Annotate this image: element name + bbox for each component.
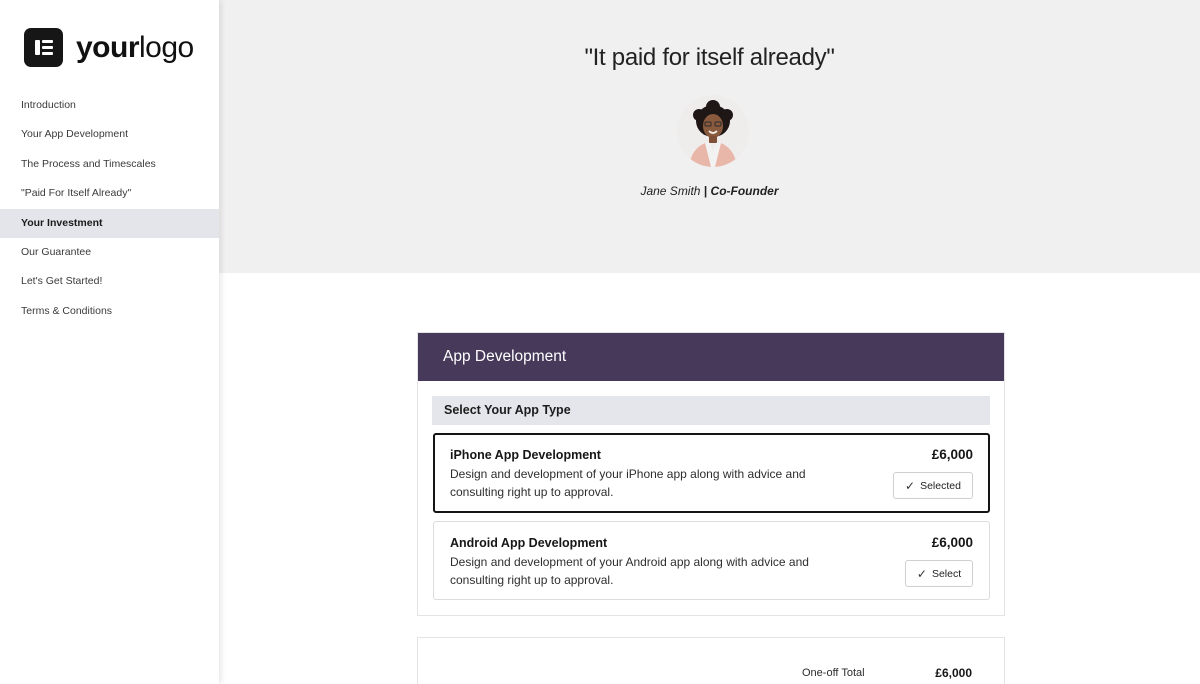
option-title: iPhone App Development <box>450 448 601 462</box>
sidebar-item-your-app-development[interactable]: Your App Development <box>0 120 219 149</box>
logo-text: yourlogo <box>76 31 194 64</box>
option-title: Android App Development <box>450 536 608 550</box>
button-label: Select <box>931 567 962 580</box>
sidebar-item-introduction[interactable]: Introduction <box>0 91 219 120</box>
sidebar-nav: Introduction Your App Development The Pr… <box>0 91 219 326</box>
pricing-card: App Development Select Your App Type iPh… <box>417 332 1005 616</box>
selected-button[interactable]: ✓ Selected <box>893 472 973 499</box>
pricing-card-header: App Development <box>418 333 1004 381</box>
sidebar: yourlogo Introduction Your App Developme… <box>0 0 219 684</box>
testimonial-name: Jane Smith <box>640 184 701 198</box>
sidebar-item-paid-for-itself[interactable]: "Paid For Itself Already" <box>0 179 219 208</box>
testimonial-section: "It paid for itself already" Jane Smith … <box>219 0 1200 273</box>
avatar <box>677 95 749 167</box>
option-price: £6,000 <box>931 447 973 462</box>
total-label: One-off Total <box>802 667 865 679</box>
logo[interactable]: yourlogo <box>24 28 194 67</box>
sidebar-item-lets-get-started[interactable]: Let's Get Started! <box>0 267 219 296</box>
button-label: Selected <box>920 479 961 492</box>
logo-mark-icon <box>24 28 63 67</box>
sidebar-item-process-and-timescales[interactable]: The Process and Timescales <box>0 150 219 179</box>
option-iphone-app-development[interactable]: iPhone App Development Design and develo… <box>433 433 990 513</box>
option-description: Design and development of your Android a… <box>450 555 809 587</box>
testimonial-quote: "It paid for itself already" <box>584 44 835 71</box>
option-price: £6,000 <box>931 535 973 550</box>
sidebar-item-our-guarantee[interactable]: Our Guarantee <box>0 238 219 267</box>
checkmark-icon: ✓ <box>916 566 927 581</box>
option-android-app-development[interactable]: Android App Development Design and devel… <box>433 521 990 600</box>
sidebar-item-terms-and-conditions[interactable]: Terms & Conditions <box>0 297 219 326</box>
section-title: Select Your App Type <box>432 396 990 425</box>
option-description: Design and development of your iPhone ap… <box>450 467 806 499</box>
total-value: £6,000 <box>935 666 972 680</box>
testimonial-role: Co-Founder <box>710 184 779 198</box>
select-button[interactable]: ✓ Select <box>905 560 973 587</box>
testimonial-byline: Jane Smith | Co-Founder <box>219 184 1200 198</box>
total-card: One-off Total £6,000 <box>417 637 1005 684</box>
checkmark-icon: ✓ <box>905 478 916 493</box>
sidebar-item-your-investment[interactable]: Your Investment <box>0 208 219 238</box>
byline-separator: | <box>703 184 708 198</box>
